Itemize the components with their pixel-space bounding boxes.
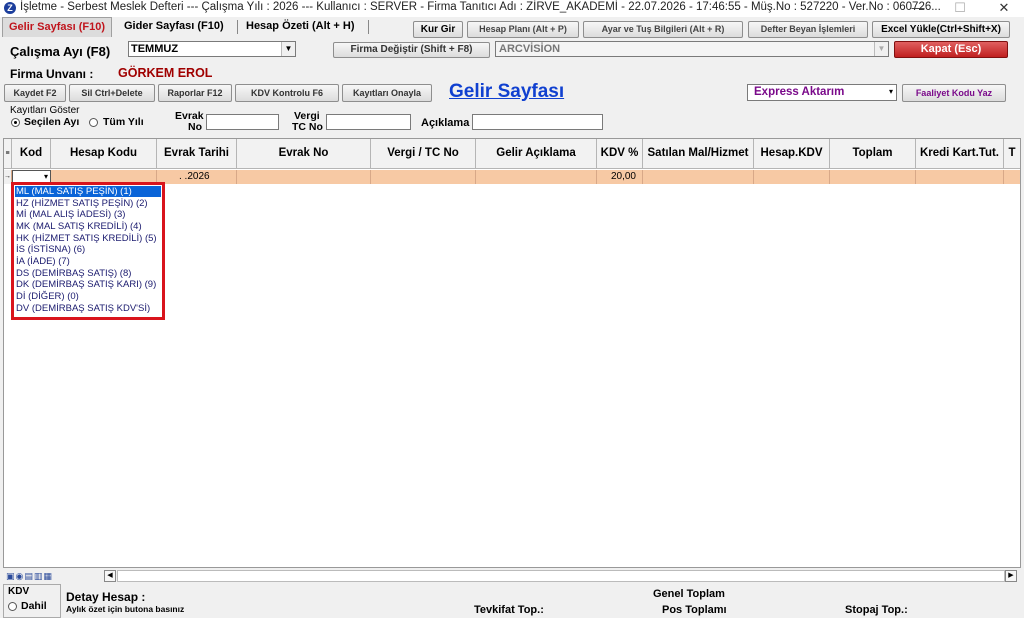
vergi-tc-input[interactable] — [326, 114, 411, 130]
hesap-plani-button[interactable]: Hesap Planı (Alt + P) — [467, 21, 579, 38]
dropdown-option[interactable]: Dİ (DİĞER) (0) — [15, 291, 161, 302]
main-window: Z İşletme - Serbest Meslek Defteri --- Ç… — [0, 0, 1024, 618]
secilen-ayi-label: Seçilen Ayı — [24, 116, 80, 128]
dropdown-option[interactable]: DK (DEMİRBAŞ SATIŞ KARI) (9) — [15, 279, 161, 290]
column-header-gelir-aciklama[interactable]: Gelir Açıklama — [476, 139, 597, 169]
horizontal-scrollbar-track[interactable] — [117, 570, 1005, 582]
kapat-button[interactable]: Kapat (Esc) — [894, 41, 1008, 58]
dropdown-option[interactable]: MK (MAL SATIŞ KREDİLİ) (4) — [15, 221, 161, 232]
kayitlari-onayla-button[interactable]: Kayıtları Onayla — [342, 84, 432, 102]
dropdown-option[interactable]: HZ (HİZMET SATIŞ PEŞİN) (2) — [15, 198, 161, 209]
column-header-satilan-mal[interactable]: Satılan Mal/Hizmet — [643, 139, 754, 169]
express-aktarim-value: Express Aktarım — [754, 86, 845, 98]
kdv-label: KDV — [8, 586, 30, 597]
tum-yili-label: Tüm Yılı — [103, 116, 144, 128]
table-cell[interactable] — [830, 170, 916, 184]
column-header-hesap-kodu[interactable]: Hesap Kodu — [51, 139, 157, 169]
dropdown-option[interactable]: HK (HİZMET SATIŞ KREDİLİ) (5) — [15, 233, 161, 244]
column-header-kdv-yuzde[interactable]: KDV % — [597, 139, 643, 169]
tab-divider — [368, 20, 369, 34]
table-cell[interactable] — [916, 170, 1004, 184]
stopaj-toplam-label: Stopaj Top.: — [845, 604, 908, 616]
table-cell[interactable] — [643, 170, 754, 184]
dropdown-option[interactable]: İS (İSTİSNA) (6) — [15, 244, 161, 255]
dropdown-option[interactable]: DS (DEMİRBAŞ SATIŞ) (8) — [15, 268, 161, 279]
table-cell[interactable] — [1004, 170, 1020, 184]
table-cell[interactable] — [476, 170, 597, 184]
genel-toplam-label: Genel Toplam — [653, 588, 725, 600]
navigator-icons[interactable]: ▣◉▤▥▦ — [6, 571, 53, 582]
kur-gir-button[interactable]: Kur Gir — [413, 21, 463, 38]
vergi-tc-label-2: TC No — [292, 121, 323, 133]
calisma-ayi-select[interactable]: TEMMUZ ▼ — [128, 41, 296, 57]
faaliyet-kodu-yaz-button[interactable]: Faaliyet Kodu Yaz — [902, 84, 1006, 102]
table-cell[interactable] — [754, 170, 830, 184]
defter-beyan-button[interactable]: Defter Beyan İşlemleri — [748, 21, 868, 38]
aciklama-input[interactable] — [472, 114, 603, 130]
column-header-vergi-tc[interactable]: Vergi / TC No — [371, 139, 476, 169]
dahil-label: Dahil — [21, 600, 47, 612]
firma-combo-value: ARCVİSİON — [499, 43, 561, 55]
table-cell[interactable] — [237, 170, 371, 184]
tab-hesap-ozeti[interactable]: Hesap Özeti (Alt + H) — [240, 17, 361, 37]
page-title: Gelir Sayfası — [449, 81, 565, 102]
row-selector-header: ≡ — [4, 139, 12, 169]
pos-toplami-label: Pos Toplamı — [662, 604, 727, 616]
chevron-down-icon: ▼ — [874, 42, 888, 56]
calisma-ayi-value: TEMMUZ — [131, 43, 179, 55]
aciklama-label: Açıklama — [421, 117, 470, 129]
column-header-evrak-no[interactable]: Evrak No — [237, 139, 371, 169]
column-header-kod[interactable]: Kod — [12, 139, 51, 169]
dropdown-option[interactable]: ML (MAL SATIŞ PEŞİN) (1) — [15, 186, 161, 197]
maximize-button[interactable]: ☐ — [940, 0, 980, 17]
chevron-down-icon: ▼ — [281, 42, 295, 56]
column-header-toplam[interactable]: Toplam — [830, 139, 916, 169]
column-header-t[interactable]: T — [1004, 139, 1020, 169]
dropdown-option[interactable]: Mİ (MAL ALIŞ İADESİ) (3) — [15, 209, 161, 220]
evrak-no-label-2: No — [188, 121, 202, 133]
scroll-left-button[interactable]: ◀ — [104, 570, 116, 582]
column-header-kredi-kart[interactable]: Kredi Kart.Tut. — [916, 139, 1004, 169]
kaydet-button[interactable]: Kaydet F2 — [4, 84, 66, 102]
column-header-evrak-tarihi[interactable]: Evrak Tarihi — [157, 139, 237, 169]
close-button[interactable]: ✕ — [984, 0, 1024, 17]
tab-divider — [237, 20, 238, 34]
secilen-ayi-radio[interactable] — [11, 118, 20, 127]
title-bar: Z İşletme - Serbest Meslek Defteri --- Ç… — [0, 0, 1024, 17]
app-icon: Z — [4, 2, 16, 14]
dahil-radio[interactable] — [8, 602, 17, 611]
aylik-ozet-hint: Aylık özet için butona basınız — [66, 604, 185, 614]
table-cell[interactable]: 20,00 — [597, 170, 643, 184]
table-cell[interactable] — [371, 170, 476, 184]
tum-yili-radio[interactable] — [89, 118, 98, 127]
evrak-no-input[interactable] — [206, 114, 279, 130]
kdv-kontrolu-button[interactable]: KDV Kontrolu F6 — [235, 84, 339, 102]
tab-gider-sayfasi[interactable]: Gider Sayfası (F10) — [118, 17, 230, 37]
minimize-button[interactable]: — — [898, 0, 938, 17]
table-cell[interactable]: . .2026 — [157, 170, 237, 184]
chevron-down-icon: ▾ — [888, 87, 893, 96]
scroll-right-button[interactable]: ▶ — [1005, 570, 1017, 582]
detay-hesap-label: Detay Hesap : — [66, 590, 146, 604]
firma-unvani-value: GÖRKEM EROL — [118, 66, 213, 80]
express-aktarim-select[interactable]: Express Aktarım ▾ — [747, 84, 897, 101]
dropdown-option[interactable]: DV (DEMİRBAŞ SATIŞ KDV'Sİ) — [15, 303, 161, 314]
calisma-ayi-label: Çalışma Ayı (F8) — [10, 44, 111, 59]
grid-footer-bar: ▣◉▤▥▦ ◀ ▶ — [3, 569, 1021, 583]
column-header-hesap-kdv[interactable]: Hesap.KDV — [754, 139, 830, 169]
firma-degistir-button[interactable]: Firma Değiştir (Shift + F8) — [333, 42, 490, 58]
window-title: İşletme - Serbest Meslek Defteri --- Çal… — [20, 1, 941, 13]
sil-button[interactable]: Sil Ctrl+Delete — [69, 84, 155, 102]
ayar-tus-bilgileri-button[interactable]: Ayar ve Tuş Bilgileri (Alt + R) — [583, 21, 743, 38]
dropdown-option[interactable]: İA (İADE) (7) — [15, 256, 161, 267]
tab-gelir-sayfasi[interactable]: Gelir Sayfası (F10) — [2, 17, 112, 37]
raporlar-button[interactable]: Raporlar F12 — [158, 84, 232, 102]
tevkifat-toplam-label: Tevkifat Top.: — [474, 604, 544, 616]
firma-select[interactable]: ARCVİSİON ▼ — [495, 41, 889, 57]
kod-dropdown-list[interactable]: ML (MAL SATIŞ PEŞİN) (1) HZ (HİZMET SATI… — [11, 182, 165, 320]
kayitlari-goster-label: Kayıtları Göster — [10, 105, 80, 116]
firma-unvani-label: Firma Unvanı : — [10, 67, 94, 81]
excel-yukle-button[interactable]: Excel Yükle(Ctrl+Shift+X) — [872, 21, 1010, 38]
